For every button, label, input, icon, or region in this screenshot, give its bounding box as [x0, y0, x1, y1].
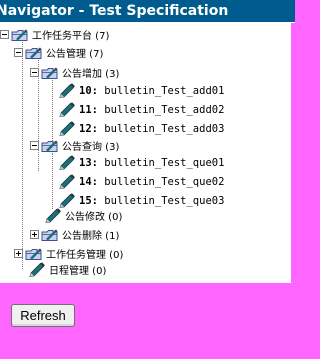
- tree-node-label: 公告查询 (3): [62, 142, 120, 153]
- testcase-item[interactable]: 11: bulletin_Test_add02: [58, 101, 224, 118]
- tree-node-label: 公告删除 (1): [62, 231, 120, 242]
- testcase-id: 10:: [79, 84, 98, 97]
- testcase-name: bulletin_Test_que03: [104, 194, 225, 207]
- collapse-toggle[interactable]: [0, 30, 9, 39]
- expand-toggle[interactable]: [14, 249, 23, 258]
- tree-node-label: 公告增加 (3): [62, 69, 120, 80]
- testcase-id: 15:: [79, 194, 98, 207]
- tree-node-announcement-delete[interactable]: 公告删除 (1): [30, 226, 119, 243]
- tree-node-label: 公告修改 (0): [65, 212, 123, 223]
- testcase-item[interactable]: 10: bulletin_Test_add01: [58, 82, 224, 99]
- tree-node-label: 日程管理 (0): [49, 266, 107, 277]
- testcase-item[interactable]: 14: bulletin_Test_que02: [58, 173, 224, 190]
- tree-node-announcement-add[interactable]: 公告增加 (3): [30, 64, 119, 81]
- testcase-name: bulletin_Test_que02: [104, 175, 225, 188]
- testcase-id: 11:: [79, 103, 98, 116]
- tree-node-announcement-management[interactable]: 公告管理 (7): [14, 44, 103, 61]
- tree-node-announcement-query[interactable]: 公告查询 (3): [30, 137, 119, 154]
- testcase-item[interactable]: 12: bulletin_Test_add03: [58, 120, 224, 137]
- testcase-id: 14:: [79, 175, 98, 188]
- folder-edit-icon: [41, 66, 59, 80]
- testcase-pen-icon: [58, 155, 76, 171]
- testcase-pen-icon: [58, 83, 76, 99]
- testcase-id: 12:: [79, 122, 98, 135]
- tree-node-label: 工作任务管理 (0): [46, 250, 124, 261]
- folder-edit-icon: [11, 28, 29, 42]
- testcase-name: bulletin_Test_add03: [104, 122, 225, 135]
- tree-panel: 工作任务平台 (7) 公告管理 (7) 公告增加 (3) 10: bulleti…: [0, 23, 293, 283]
- collapse-toggle[interactable]: [14, 48, 23, 57]
- refresh-button[interactable]: Refresh: [11, 304, 75, 327]
- testcase-pen-icon: [58, 121, 76, 137]
- folder-edit-icon: [28, 262, 46, 278]
- folder-edit-icon: [41, 139, 59, 153]
- collapse-toggle[interactable]: [30, 141, 39, 150]
- folder-edit-icon: [25, 46, 43, 60]
- folder-edit-icon: [41, 228, 59, 242]
- testcase-name: bulletin_Test_que01: [104, 156, 225, 169]
- folder-edit-icon: [25, 247, 43, 261]
- testcase-id: 13:: [79, 156, 98, 169]
- tree-node-announcement-edit[interactable]: 公告修改 (0): [44, 207, 122, 224]
- tree-node-root[interactable]: 工作任务平台 (7): [0, 26, 109, 43]
- navigator-title-bar: Navigator - Test Specification: [0, 0, 295, 23]
- tree-node-schedule-management[interactable]: 日程管理 (0): [28, 261, 106, 278]
- navigator-title: Navigator - Test Specification: [0, 3, 229, 19]
- tree-node-task-management[interactable]: 工作任务管理 (0): [14, 245, 123, 262]
- expand-toggle[interactable]: [30, 230, 39, 239]
- testcase-pen-icon: [58, 102, 76, 118]
- tree-node-label: 工作任务平台 (7): [32, 31, 110, 42]
- tree-connector: [52, 153, 53, 209]
- folder-edit-icon: [44, 208, 62, 224]
- tree-connector: [22, 39, 23, 269]
- testcase-item[interactable]: 13: bulletin_Test_que01: [58, 154, 224, 171]
- testcase-pen-icon: [58, 174, 76, 190]
- tree-node-label: 公告管理 (7): [46, 49, 104, 60]
- testcase-name: bulletin_Test_add02: [104, 103, 225, 116]
- collapse-toggle[interactable]: [30, 68, 39, 77]
- testcase-name: bulletin_Test_add01: [104, 84, 225, 97]
